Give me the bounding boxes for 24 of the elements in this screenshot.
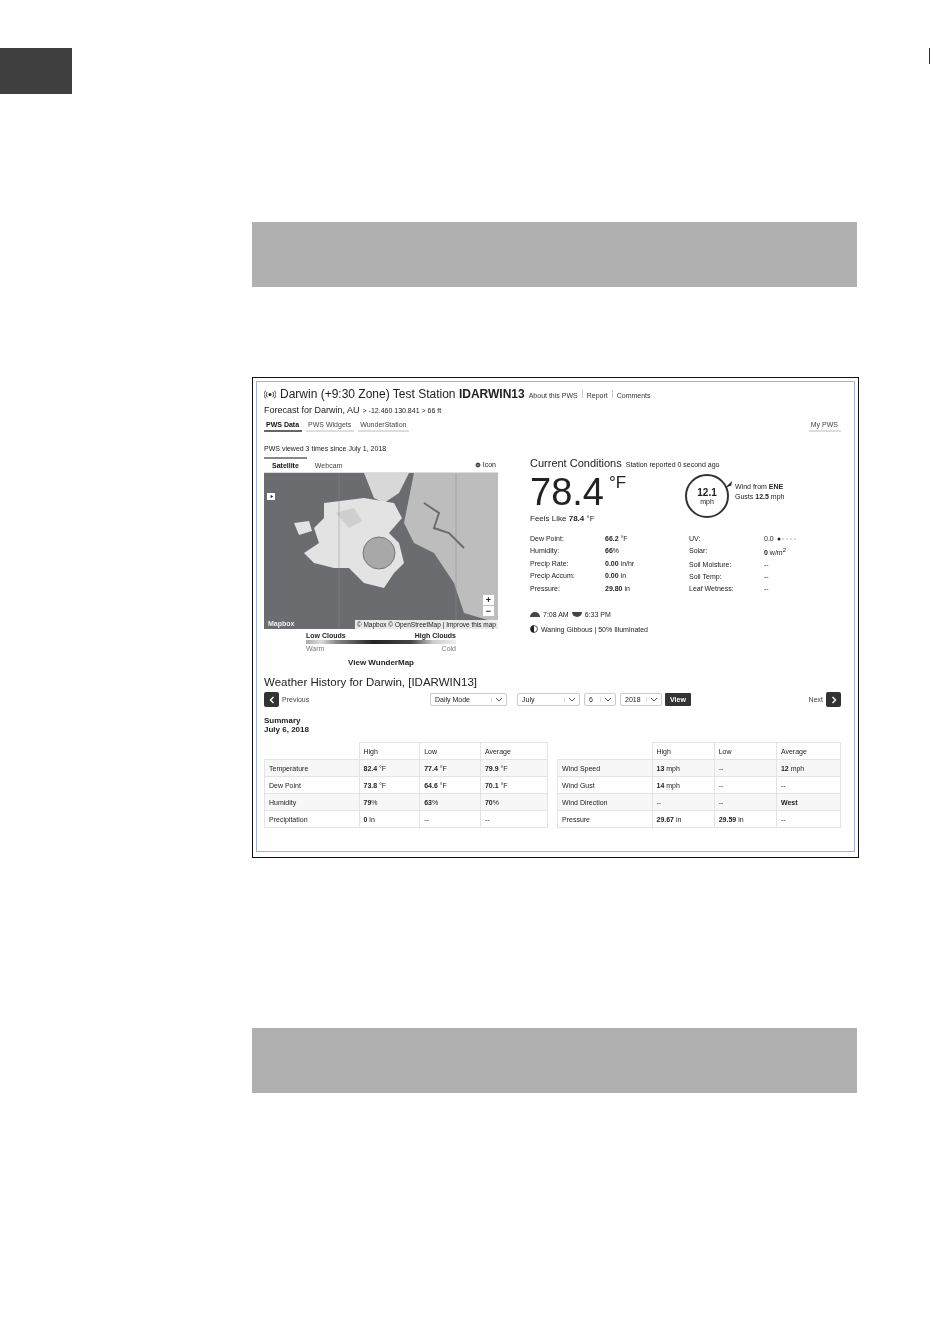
station-title: Darwin (+9:30 Zone) Test Station IDARWIN13: [280, 387, 525, 401]
sunrise-icon: [530, 612, 540, 618]
zoom-button[interactable]: +: [483, 595, 494, 605]
wind-speed: 12.1: [697, 487, 717, 498]
page-tab-block: [0, 48, 72, 94]
summary-date: July 6, 2018: [264, 725, 310, 734]
forecast-link[interactable]: Forecast for Darwin, AU: [264, 405, 360, 415]
summary-heading: Summary: [264, 716, 302, 725]
section-title: Weather History for Darwin, [IDARWIN13]: [264, 676, 479, 688]
section-title: Current Conditions: [530, 457, 622, 469]
wundermap-link[interactable]: View WunderMap: [264, 658, 498, 667]
expand-button[interactable]: [267, 493, 275, 500]
temperature-value: 78.4: [530, 472, 604, 512]
feels-like-text: Feels Like 78.4 °F: [530, 514, 596, 523]
chevron-right-icon: [830, 695, 837, 704]
wind-arrow-icon: [724, 480, 733, 489]
moon-phase-icon: [530, 625, 538, 634]
uv-scale-icon: [776, 536, 797, 541]
zoom-button[interactable]: −: [483, 606, 494, 616]
chevron-left-icon: [268, 695, 275, 704]
temperature-unit: °F: [608, 472, 627, 494]
gear-icon: [474, 461, 481, 468]
broadcast-icon: [264, 389, 276, 399]
sunset-icon: [571, 612, 582, 618]
